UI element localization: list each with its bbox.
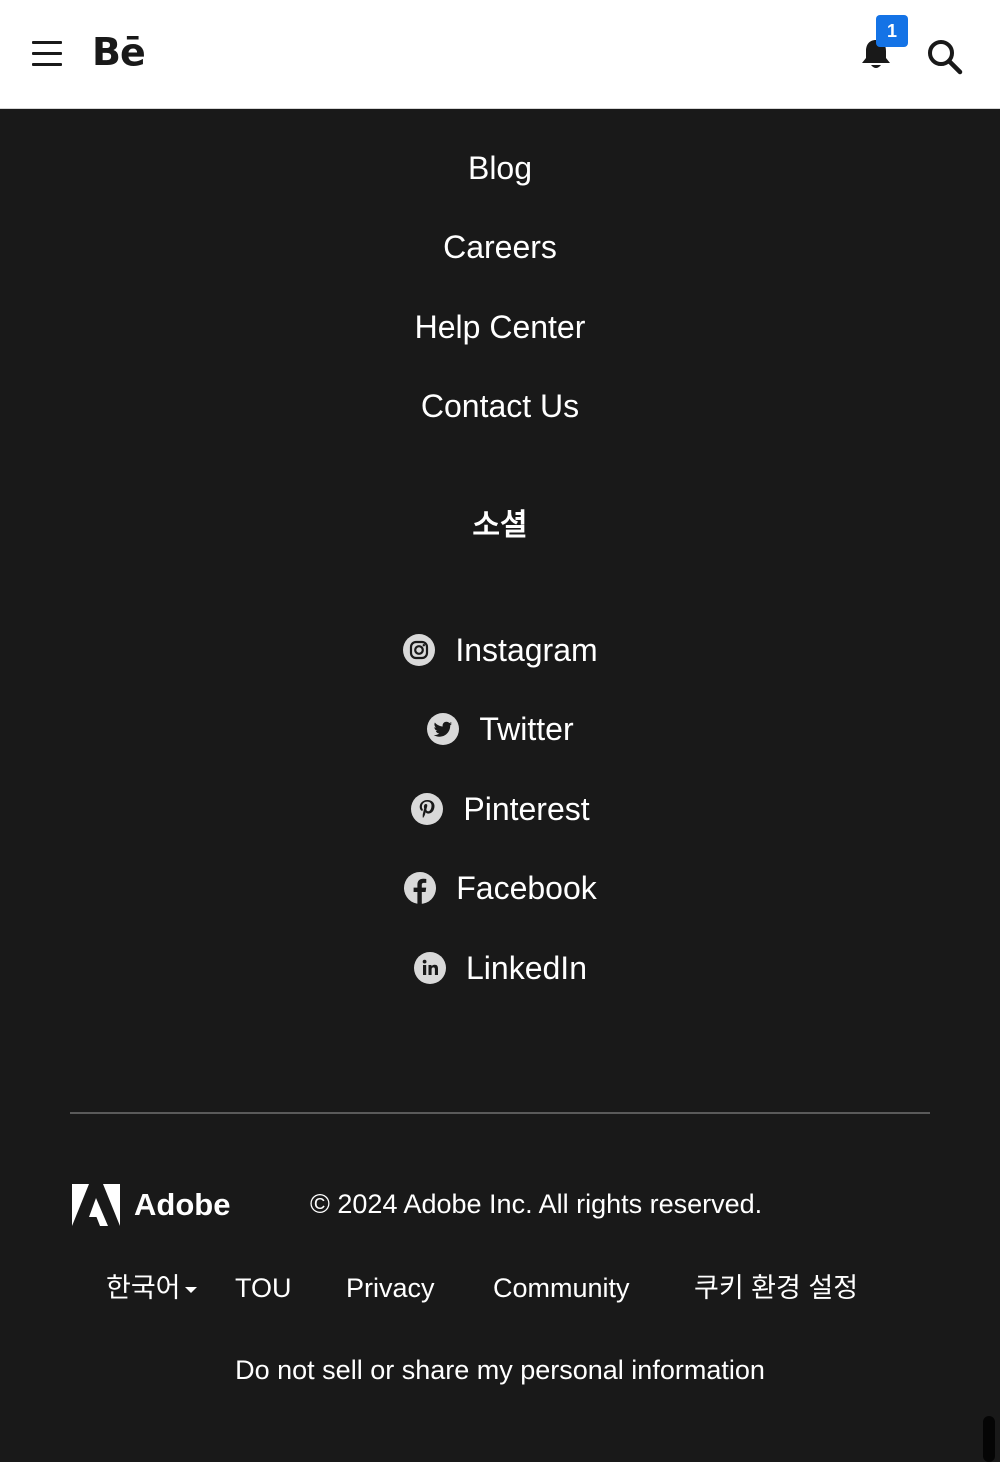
adobe-wordmark: Adobe bbox=[134, 1187, 231, 1222]
language-label: 한국어 bbox=[106, 1273, 181, 1303]
footer-link-careers[interactable]: Careers bbox=[0, 227, 1000, 267]
social-section-title: 소셜 bbox=[472, 509, 528, 542]
legal-link-tou[interactable]: TOU bbox=[235, 1270, 292, 1306]
behance-logo[interactable]: Bē bbox=[92, 30, 146, 74]
language-selector[interactable]: 한국어 bbox=[106, 1270, 197, 1306]
social-label: LinkedIn bbox=[466, 950, 587, 986]
social-label: Twitter bbox=[479, 711, 574, 747]
social-label: Instagram bbox=[455, 632, 598, 668]
adobe-mark-icon bbox=[72, 1184, 120, 1226]
footer-link-help-center[interactable]: Help Center bbox=[0, 307, 1000, 347]
instagram-icon bbox=[402, 633, 436, 667]
hamburger-menu-icon[interactable] bbox=[30, 38, 64, 70]
social-link-instagram[interactable]: Instagram bbox=[0, 628, 1000, 672]
top-navigation-bar: Bē 1 bbox=[0, 0, 1000, 109]
adobe-logo[interactable]: Adobe bbox=[72, 1184, 232, 1226]
social-link-facebook[interactable]: Facebook bbox=[0, 866, 1000, 910]
footer-link-contact-us[interactable]: Contact Us bbox=[0, 386, 1000, 426]
search-icon[interactable] bbox=[924, 36, 964, 76]
social-label: Pinterest bbox=[463, 791, 590, 827]
social-link-pinterest[interactable]: Pinterest bbox=[0, 787, 1000, 831]
social-label: Facebook bbox=[456, 870, 597, 906]
legal-link-privacy[interactable]: Privacy bbox=[346, 1270, 435, 1306]
linkedin-icon bbox=[413, 951, 447, 985]
social-link-linkedin[interactable]: LinkedIn bbox=[0, 946, 1000, 990]
do-not-sell-link[interactable]: Do not sell or share my personal informa… bbox=[0, 1352, 1000, 1388]
caret-down-icon bbox=[184, 1286, 197, 1293]
legal-link-cookie-settings[interactable]: 쿠키 환경 설정 bbox=[694, 1270, 858, 1306]
facebook-icon bbox=[403, 871, 437, 905]
footer-divider bbox=[70, 1112, 930, 1114]
footer-link-blog[interactable]: Blog bbox=[0, 148, 1000, 188]
copyright-text: © 2024 Adobe Inc. All rights reserved. bbox=[310, 1189, 763, 1219]
notification-count-badge: 1 bbox=[876, 15, 908, 47]
scrollbar-thumb[interactable] bbox=[983, 1416, 995, 1462]
social-link-twitter[interactable]: Twitter bbox=[0, 707, 1000, 751]
legal-link-community[interactable]: Community bbox=[493, 1270, 630, 1306]
pinterest-icon bbox=[410, 792, 444, 826]
twitter-icon bbox=[426, 712, 460, 746]
